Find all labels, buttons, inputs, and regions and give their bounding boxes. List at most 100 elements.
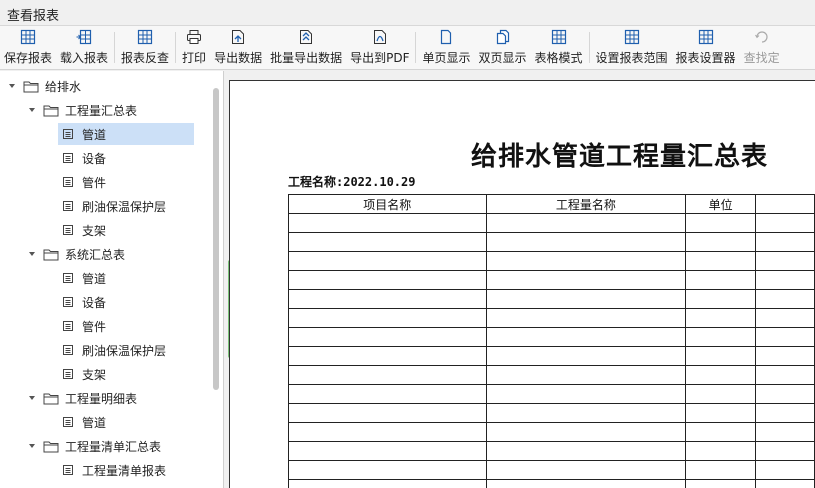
table-cell [755,441,815,461]
folder-icon [23,79,39,93]
expand-arrow-icon[interactable] [27,441,37,451]
tree-item[interactable]: 刷油保温保护层 [62,195,166,217]
table-cell [485,232,687,252]
tree-item[interactable]: 管件 [62,315,106,337]
table-cell [485,346,687,366]
table-cell [485,403,687,423]
table-cell [288,441,487,461]
tree-item[interactable]: 支架 [62,219,106,241]
tree-item[interactable]: 设备 [62,291,106,313]
tree-item-label: 给排水 [45,79,82,94]
project-name-label: 工程名称: [288,175,344,189]
export-button[interactable]: 导出数据 [210,26,266,69]
table-row [288,308,815,328]
tree-item[interactable]: 管道 [58,123,194,145]
table-cell [485,422,687,442]
table-cell [288,479,487,488]
report-doc-icon [62,416,74,428]
report-settings-button[interactable]: 报表设置器 [672,26,740,69]
table-cell [755,308,815,328]
find-button[interactable]: 查找定 [740,26,784,69]
project-name-value: 2022.10.29 [343,175,416,189]
table-cell [685,213,757,233]
report-title: 给排水管道工程量汇总表 [471,142,769,172]
table-cell [485,251,687,271]
tree-folder[interactable]: 系统汇总表 [27,243,125,265]
folder-icon [43,391,59,405]
toolbar-button-label: 查找定 [743,51,780,65]
report-doc-icon [62,200,74,212]
table-cell [485,460,687,480]
table-cell [288,403,487,423]
table-cell [685,232,757,252]
report-doc-icon [62,368,74,380]
set-range-button[interactable]: 设置报表范围 [592,26,672,69]
table-cell [685,460,757,480]
table-row [288,403,815,423]
tree-item[interactable]: 工程量清单报表 [62,459,166,481]
report-table: 项目名称 工程量名称 单位 [288,194,815,488]
table-cell [288,327,487,347]
export-pdf-button[interactable]: 导出到PDF [346,26,413,69]
toolbar-button-label: 导出数据 [214,51,263,65]
tree-scrollbar-thumb[interactable] [213,88,219,390]
table-cell [685,346,757,366]
table-cell [755,384,815,404]
folder-icon [43,247,59,261]
table-mode-button[interactable]: 表格模式 [531,26,587,69]
tree-folder[interactable]: 给排水 [7,75,81,97]
expand-arrow-icon[interactable] [27,393,37,403]
table-row [288,232,815,252]
table-cell [685,365,757,385]
batch-export-button[interactable]: 批量导出数据 [266,26,346,69]
table-cell [288,365,487,385]
tree-item-label: 设备 [82,295,107,310]
table-cell [685,384,757,404]
tree-item-label: 设备 [82,151,107,166]
load-report-button[interactable]: 载入报表 [56,26,112,69]
tree-folder[interactable]: 工程量汇总表 [27,99,137,121]
reverse-check-button[interactable]: 报表反查 [117,26,173,69]
toolbar-separator [588,32,590,63]
table-cell [485,270,687,290]
single-page-button[interactable]: 单页显示 [418,26,474,69]
tree-folder[interactable]: 工程量清单汇总表 [27,435,161,457]
tree-item[interactable]: 刷油保温保护层 [62,339,166,361]
table-row [288,251,815,271]
save-report-button[interactable]: 保存报表 [0,26,56,69]
table-cell [288,270,487,290]
tree-item[interactable]: 设备 [62,147,106,169]
report-tree-panel: 给排水 工程量汇总表 管道 设备 管件 刷油保温保护层 支架 系统汇总表 管道 设备 管件 刷油保温保… [0,71,224,488]
table-cell [685,403,757,423]
tree-item[interactable]: 支架 [62,363,106,385]
tree-item-label: 工程量清单报表 [82,463,167,478]
settings-grid-icon [698,29,714,45]
toolbar-button-label: 单页显示 [422,51,471,65]
table-cell [485,441,687,461]
toolbar-button-label: 打印 [182,51,207,65]
table-cell [685,251,757,271]
batch-export-icon [298,29,314,45]
table-cell [685,327,757,347]
table-cell [685,479,757,488]
table-cell [485,289,687,309]
double-page-button[interactable]: 双页显示 [475,26,531,69]
tree-item[interactable]: 管道 [62,267,106,289]
table-cell [485,479,687,488]
table-cell [288,346,487,366]
tree-item-label: 支架 [82,367,107,382]
tree-item-label: 系统汇总表 [65,247,126,262]
expand-arrow-icon[interactable] [27,105,37,115]
table-cell [755,479,815,488]
tree-item[interactable]: 管件 [62,171,106,193]
expand-arrow-icon[interactable] [7,81,17,91]
table-cell [755,232,815,252]
tree-item[interactable]: 管道 [62,411,106,433]
tree-folder[interactable]: 工程量明细表 [27,387,137,409]
table-cell [288,384,487,404]
print-button[interactable]: 打印 [178,26,210,69]
tree-item-label: 刷油保温保护层 [82,199,167,214]
expand-arrow-icon[interactable] [27,249,37,259]
table-row [288,422,815,442]
tree-item-label: 支架 [82,223,107,238]
